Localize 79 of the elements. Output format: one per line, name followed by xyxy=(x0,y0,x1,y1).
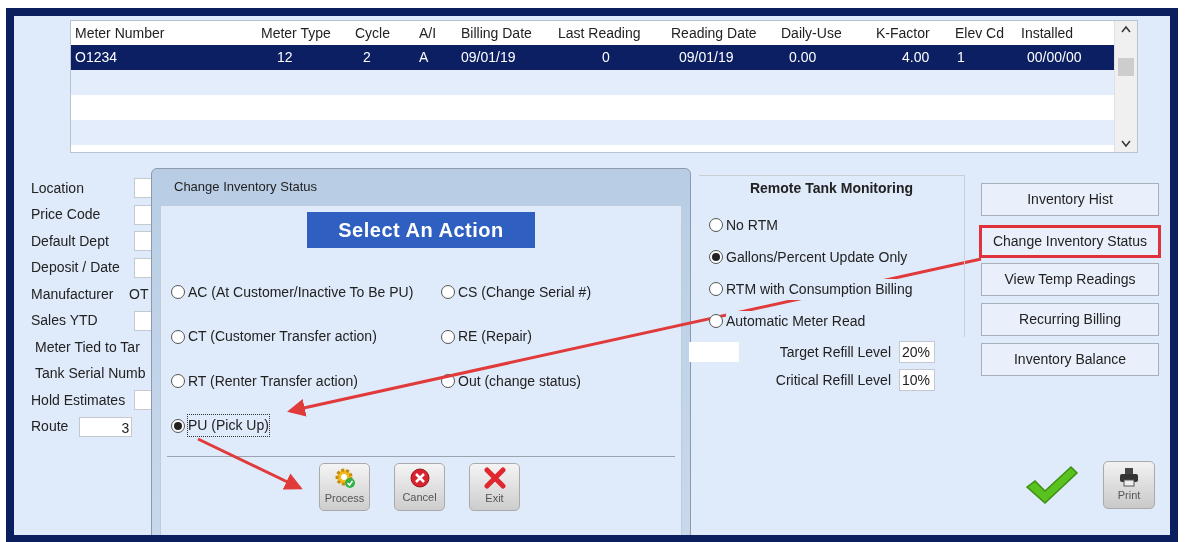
field-label: Price Code xyxy=(31,205,102,225)
cancel-button[interactable]: Cancel xyxy=(394,463,445,511)
process-button[interactable]: Process xyxy=(319,463,370,511)
option-label[interactable]: Out (change status) xyxy=(458,370,581,392)
dialog-title: Change Inventory Status xyxy=(173,178,319,197)
column-header[interactable]: Billing Date xyxy=(457,22,554,44)
table-cell-text: 2 xyxy=(362,48,372,67)
input-field[interactable]: 20% xyxy=(899,341,935,363)
input-field[interactable]: 3 xyxy=(79,416,133,437)
field-label: Location xyxy=(31,178,85,198)
table-cell-text: 09/01/19 xyxy=(460,48,517,67)
column-header[interactable]: A/I xyxy=(415,22,457,44)
column-header[interactable]: Elev Cd xyxy=(951,22,1017,44)
column-header[interactable]: Meter Number xyxy=(71,22,257,44)
side-button[interactable]: Inventory Hist xyxy=(981,183,1159,216)
table-cell-text: 1 xyxy=(956,48,966,67)
scroll-up-icon[interactable] xyxy=(1121,25,1131,33)
column-header[interactable]: Meter Type xyxy=(257,22,351,44)
group-title: Remote Tank Monitoring xyxy=(748,179,915,198)
radio-button[interactable] xyxy=(171,285,185,300)
radio-button[interactable] xyxy=(709,250,723,264)
print-button[interactable]: Print xyxy=(1103,461,1155,509)
option-label[interactable]: CS (Change Serial #) xyxy=(458,281,592,303)
field-label: Critical Refill Level xyxy=(774,370,891,390)
cancel-icon xyxy=(409,468,430,489)
field-label: Hold Estimates xyxy=(31,390,127,410)
option-label[interactable]: RE (Repair) xyxy=(458,326,532,348)
radio-button[interactable] xyxy=(171,329,185,344)
side-button[interactable]: Inventory Balance xyxy=(981,343,1159,376)
field-value: OT xyxy=(129,284,149,304)
scroll-thumb[interactable] xyxy=(1118,57,1134,76)
table-cell-text: 09/01/19 xyxy=(678,48,735,67)
close-icon xyxy=(483,467,506,490)
option-label[interactable]: PU (Pick Up) xyxy=(188,415,269,437)
table-cell-text: 0 xyxy=(601,48,611,67)
table-cell-text: O1234 xyxy=(74,48,119,67)
radio-button[interactable] xyxy=(709,314,723,328)
side-button[interactable]: Change Inventory Status xyxy=(979,225,1161,258)
checkmark-icon[interactable] xyxy=(1025,465,1079,505)
field-label: Default Dept xyxy=(31,231,110,251)
option-label[interactable]: RTM with Consumption Billing xyxy=(726,278,913,300)
table-cell-text: 0.00 xyxy=(788,48,818,67)
column-header[interactable]: Installed xyxy=(1017,22,1114,44)
scrollbar[interactable] xyxy=(1114,21,1137,152)
printer-icon xyxy=(1118,466,1140,487)
option-label[interactable]: CT (Customer Transfer action) xyxy=(188,326,377,348)
radio-button[interactable] xyxy=(709,218,723,232)
field-label: Sales YTD xyxy=(31,311,99,331)
column-header[interactable]: K-Factor xyxy=(872,22,951,44)
input-field[interactable]: 10% xyxy=(899,369,935,391)
table-cell-text: 12 xyxy=(276,48,294,67)
radio-button[interactable] xyxy=(709,282,723,296)
radio-button[interactable] xyxy=(171,374,185,389)
field-label: Route xyxy=(31,417,69,437)
field-label: Tank Serial Numb xyxy=(34,364,146,384)
field-label: Manufacturer xyxy=(31,284,115,304)
option-label[interactable]: RT (Renter Transfer action) xyxy=(188,370,358,392)
side-button[interactable]: View Temp Readings xyxy=(981,263,1159,296)
radio-button[interactable] xyxy=(441,285,455,300)
scroll-down-icon[interactable] xyxy=(1121,140,1131,148)
table-cell-text: 4.00 xyxy=(901,48,931,67)
input-field[interactable] xyxy=(689,342,739,362)
gear-icon xyxy=(333,467,356,490)
column-header[interactable]: Reading Date xyxy=(667,22,777,44)
column-header[interactable]: Daily-Use xyxy=(777,22,872,44)
radio-button[interactable] xyxy=(171,418,185,433)
table-cell-text: A xyxy=(418,48,430,67)
table-row[interactable]: O1234 12 2 A 09/01/19 0 09/01/19 0.00 4.00 1 00/00/00 xyxy=(71,45,1114,70)
dialog-heading: Select An Action xyxy=(307,212,535,248)
field-label: Target Refill Level xyxy=(778,342,891,362)
column-header[interactable]: Last Reading xyxy=(554,22,667,44)
exit-button[interactable]: Exit xyxy=(469,463,520,511)
column-header[interactable]: Cycle xyxy=(351,22,415,44)
side-button[interactable]: Recurring Billing xyxy=(981,303,1159,336)
field-label: Meter Tied to Tar xyxy=(34,337,140,357)
option-label[interactable]: AC (At Customer/Inactive To Be PU) xyxy=(188,281,414,303)
table-cell-text: 00/00/00 xyxy=(1026,48,1083,67)
field-label: Deposit / Date xyxy=(31,258,121,278)
radio-button[interactable] xyxy=(441,329,455,344)
